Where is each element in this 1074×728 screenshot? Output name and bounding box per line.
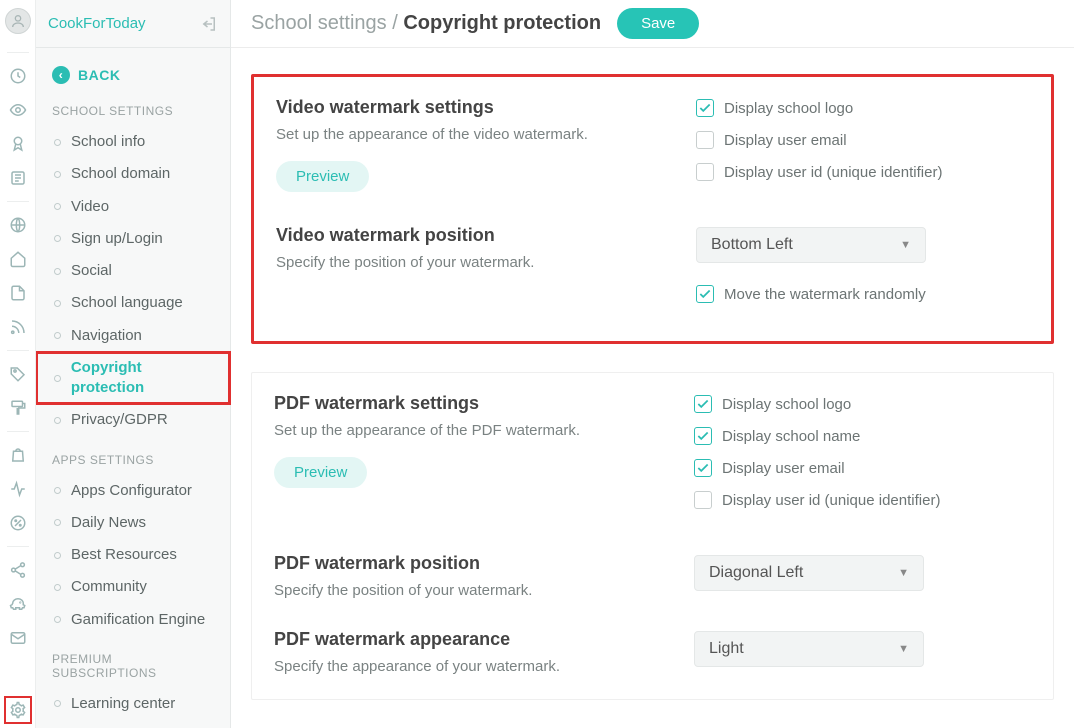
brand-name[interactable]: CookForToday	[48, 15, 146, 32]
back-label: BACK	[78, 67, 120, 83]
avatar[interactable]	[5, 8, 31, 34]
nav-community[interactable]: Community	[36, 571, 230, 603]
check-move-random[interactable]: Move the watermark randomly	[696, 285, 1029, 303]
check-display-user-id-video[interactable]: Display user id (unique identifier)	[696, 163, 1029, 181]
check-display-school-logo-pdf[interactable]: Display school logo	[694, 395, 1031, 413]
video-position-title: Video watermark position	[276, 225, 666, 246]
bag-icon[interactable]	[7, 444, 29, 466]
nav-school-info[interactable]: School info	[36, 126, 230, 158]
pdf-position-title: PDF watermark position	[274, 553, 664, 574]
file-icon[interactable]	[7, 282, 29, 304]
nav-video[interactable]: Video	[36, 191, 230, 223]
logout-icon[interactable]	[200, 15, 218, 33]
settings-icon-highlighted[interactable]	[4, 696, 32, 724]
breadcrumb-current: Copyright protection	[403, 12, 601, 34]
check-display-school-logo-video[interactable]: Display school logo	[696, 99, 1029, 117]
caret-down-icon: ▼	[898, 567, 909, 579]
mail-icon[interactable]	[7, 627, 29, 649]
checkbox-icon	[696, 131, 714, 149]
nav-navigation[interactable]: Navigation	[36, 320, 230, 352]
pdf-appearance-title: PDF watermark appearance	[274, 629, 664, 650]
pdf-position-select[interactable]: Diagonal Left ▼	[694, 555, 924, 591]
pdf-watermark-panel: PDF watermark settings Set up the appear…	[251, 372, 1054, 700]
checkbox-icon	[694, 427, 712, 445]
check-display-user-id-pdf[interactable]: Display user id (unique identifier)	[694, 491, 1031, 509]
video-watermark-panel: Video watermark settings Set up the appe…	[251, 74, 1054, 344]
pdf-appearance-select[interactable]: Light ▼	[694, 631, 924, 667]
nav-gamification[interactable]: Gamification Engine	[36, 604, 230, 636]
icon-rail	[0, 0, 36, 728]
checkbox-icon	[694, 491, 712, 509]
piggy-icon[interactable]	[7, 593, 29, 615]
pdf-watermark-title: PDF watermark settings	[274, 393, 664, 414]
checkbox-icon	[696, 163, 714, 181]
nav-signup-login[interactable]: Sign up/Login	[36, 223, 230, 255]
breadcrumb-parent[interactable]: School settings	[251, 12, 387, 34]
section-school-settings: SCHOOL SETTINGS	[36, 98, 230, 126]
check-display-school-name-pdf[interactable]: Display school name	[694, 427, 1031, 445]
video-preview-button[interactable]: Preview	[276, 161, 369, 192]
back-link[interactable]: ‹ BACK	[36, 66, 230, 98]
nav-privacy-gdpr[interactable]: Privacy/GDPR	[36, 404, 230, 436]
paint-icon[interactable]	[7, 397, 29, 419]
nav-school-domain[interactable]: School domain	[36, 158, 230, 190]
nav-social[interactable]: Social	[36, 255, 230, 287]
checkbox-icon	[694, 395, 712, 413]
pdf-position-desc: Specify the position of your watermark.	[274, 582, 664, 599]
badge-icon[interactable]	[7, 133, 29, 155]
nav-best-resources[interactable]: Best Resources	[36, 539, 230, 571]
caret-down-icon: ▼	[900, 239, 911, 251]
nav-daily-news[interactable]: Daily News	[36, 507, 230, 539]
nav-school-language[interactable]: School language	[36, 287, 230, 319]
news-icon[interactable]	[7, 167, 29, 189]
video-position-select[interactable]: Bottom Left ▼	[696, 227, 926, 263]
pdf-appearance-desc: Specify the appearance of your watermark…	[274, 658, 664, 675]
nav-learning-center[interactable]: Learning center	[36, 688, 230, 720]
breadcrumb: School settings / Copyright protection	[251, 12, 601, 35]
percent-icon[interactable]	[7, 512, 29, 534]
section-premium: PREMIUM SUBSCRIPTIONS	[36, 646, 230, 688]
tag-icon[interactable]	[7, 363, 29, 385]
checkbox-icon	[694, 459, 712, 477]
home-icon[interactable]	[7, 248, 29, 270]
checkbox-icon	[696, 99, 714, 117]
eye-icon[interactable]	[7, 99, 29, 121]
video-watermark-title: Video watermark settings	[276, 97, 666, 118]
checkbox-icon	[696, 285, 714, 303]
nav-apps-configurator[interactable]: Apps Configurator	[36, 475, 230, 507]
sidebar: CookForToday ‹ BACK SCHOOL SETTINGS Scho…	[36, 0, 231, 728]
save-button[interactable]: Save	[617, 8, 699, 39]
rss-icon[interactable]	[7, 316, 29, 338]
caret-down-icon: ▼	[898, 643, 909, 655]
clock-icon[interactable]	[7, 65, 29, 87]
video-watermark-desc: Set up the appearance of the video water…	[276, 126, 666, 143]
nav-copyright-protection[interactable]: Copyright protection	[36, 352, 230, 405]
share-icon[interactable]	[7, 559, 29, 581]
check-display-user-email-video[interactable]: Display user email	[696, 131, 1029, 149]
video-position-desc: Specify the position of your watermark.	[276, 254, 666, 271]
activity-icon[interactable]	[7, 478, 29, 500]
check-display-user-email-pdf[interactable]: Display user email	[694, 459, 1031, 477]
pdf-watermark-desc: Set up the appearance of the PDF waterma…	[274, 422, 664, 439]
pdf-preview-button[interactable]: Preview	[274, 457, 367, 488]
globe-icon[interactable]	[7, 214, 29, 236]
main-area: School settings / Copyright protection S…	[231, 0, 1074, 728]
section-apps-settings: APPS SETTINGS	[36, 447, 230, 475]
chevron-left-icon: ‹	[52, 66, 70, 84]
main-header: School settings / Copyright protection S…	[231, 0, 1074, 48]
